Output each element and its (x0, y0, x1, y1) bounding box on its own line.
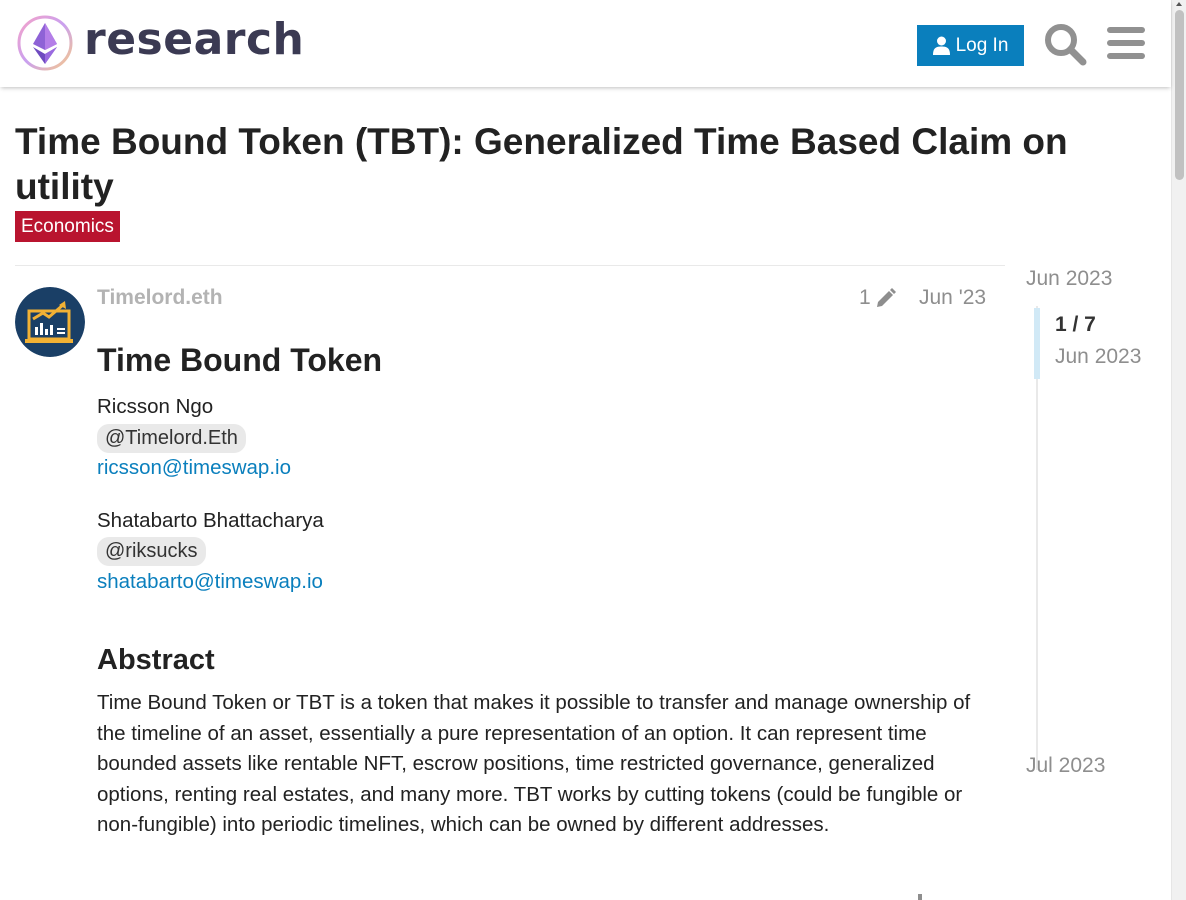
avatar[interactable] (15, 287, 85, 357)
topic-title[interactable]: Time Bound Token (TBT): Generalized Time… (15, 119, 1075, 209)
edit-count: 1 (859, 286, 871, 309)
author-name: Ricsson Ngo (97, 395, 214, 418)
abstract-heading: Abstract (97, 644, 215, 676)
timeline-start-date[interactable]: Jun 2023 (1026, 267, 1112, 291)
login-button[interactable]: Log In (917, 25, 1024, 66)
timeline-end-date[interactable]: Jul 2023 (1026, 754, 1105, 778)
partially-visible-icon (918, 894, 922, 900)
timeline-scroller-handle[interactable] (1034, 308, 1040, 379)
chart-growth-avatar-icon (15, 287, 85, 357)
search-icon[interactable] (1043, 22, 1087, 66)
user-mention[interactable]: @Timelord.Eth (97, 423, 246, 453)
post-heading: Time Bound Token (97, 342, 383, 378)
user-icon (932, 36, 950, 55)
title-divider (15, 265, 1005, 266)
email-link[interactable]: shatabarto@timeswap.io (97, 570, 323, 593)
user-mention[interactable]: @riksucks (97, 537, 206, 566)
category-badge[interactable]: Economics (15, 211, 120, 242)
pencil-icon (876, 288, 896, 307)
site-logo[interactable]: research (16, 14, 304, 72)
author-entry: Ricsson Ngo @Timelord.Eth ricsson@timesw… (97, 392, 992, 484)
site-logo-text: research (84, 14, 305, 65)
author-name: Shatabarto Bhattacharya (97, 508, 324, 532)
site-header: research Log In (0, 0, 1171, 87)
hamburger-menu-icon[interactable] (1105, 24, 1147, 62)
author-entry: Shatabarto Bhattacharya @riksucks shatab… (97, 506, 992, 598)
post-date[interactable]: Jun '23 (919, 286, 986, 310)
email-link[interactable]: ricsson@timeswap.io (97, 456, 291, 479)
abstract-text: Time Bound Token or TBT is a token that … (97, 691, 971, 836)
timeline-position: 1 / 7 (1055, 313, 1096, 336)
login-label: Log In (955, 34, 1009, 56)
ethereum-logo-icon (17, 15, 73, 71)
post-body: Time Bound Token Ricsson Ngo @Timelord.E… (97, 340, 992, 841)
scroll-up-arrow-icon[interactable] (1176, 2, 1182, 6)
scrollbar-thumb[interactable] (1175, 10, 1184, 180)
post-username[interactable]: Timelord.eth (97, 286, 223, 310)
edit-history-button[interactable]: 1 (859, 286, 897, 310)
page-scrollbar[interactable] (1171, 0, 1186, 900)
timeline-position-date: Jun 2023 (1055, 345, 1142, 368)
